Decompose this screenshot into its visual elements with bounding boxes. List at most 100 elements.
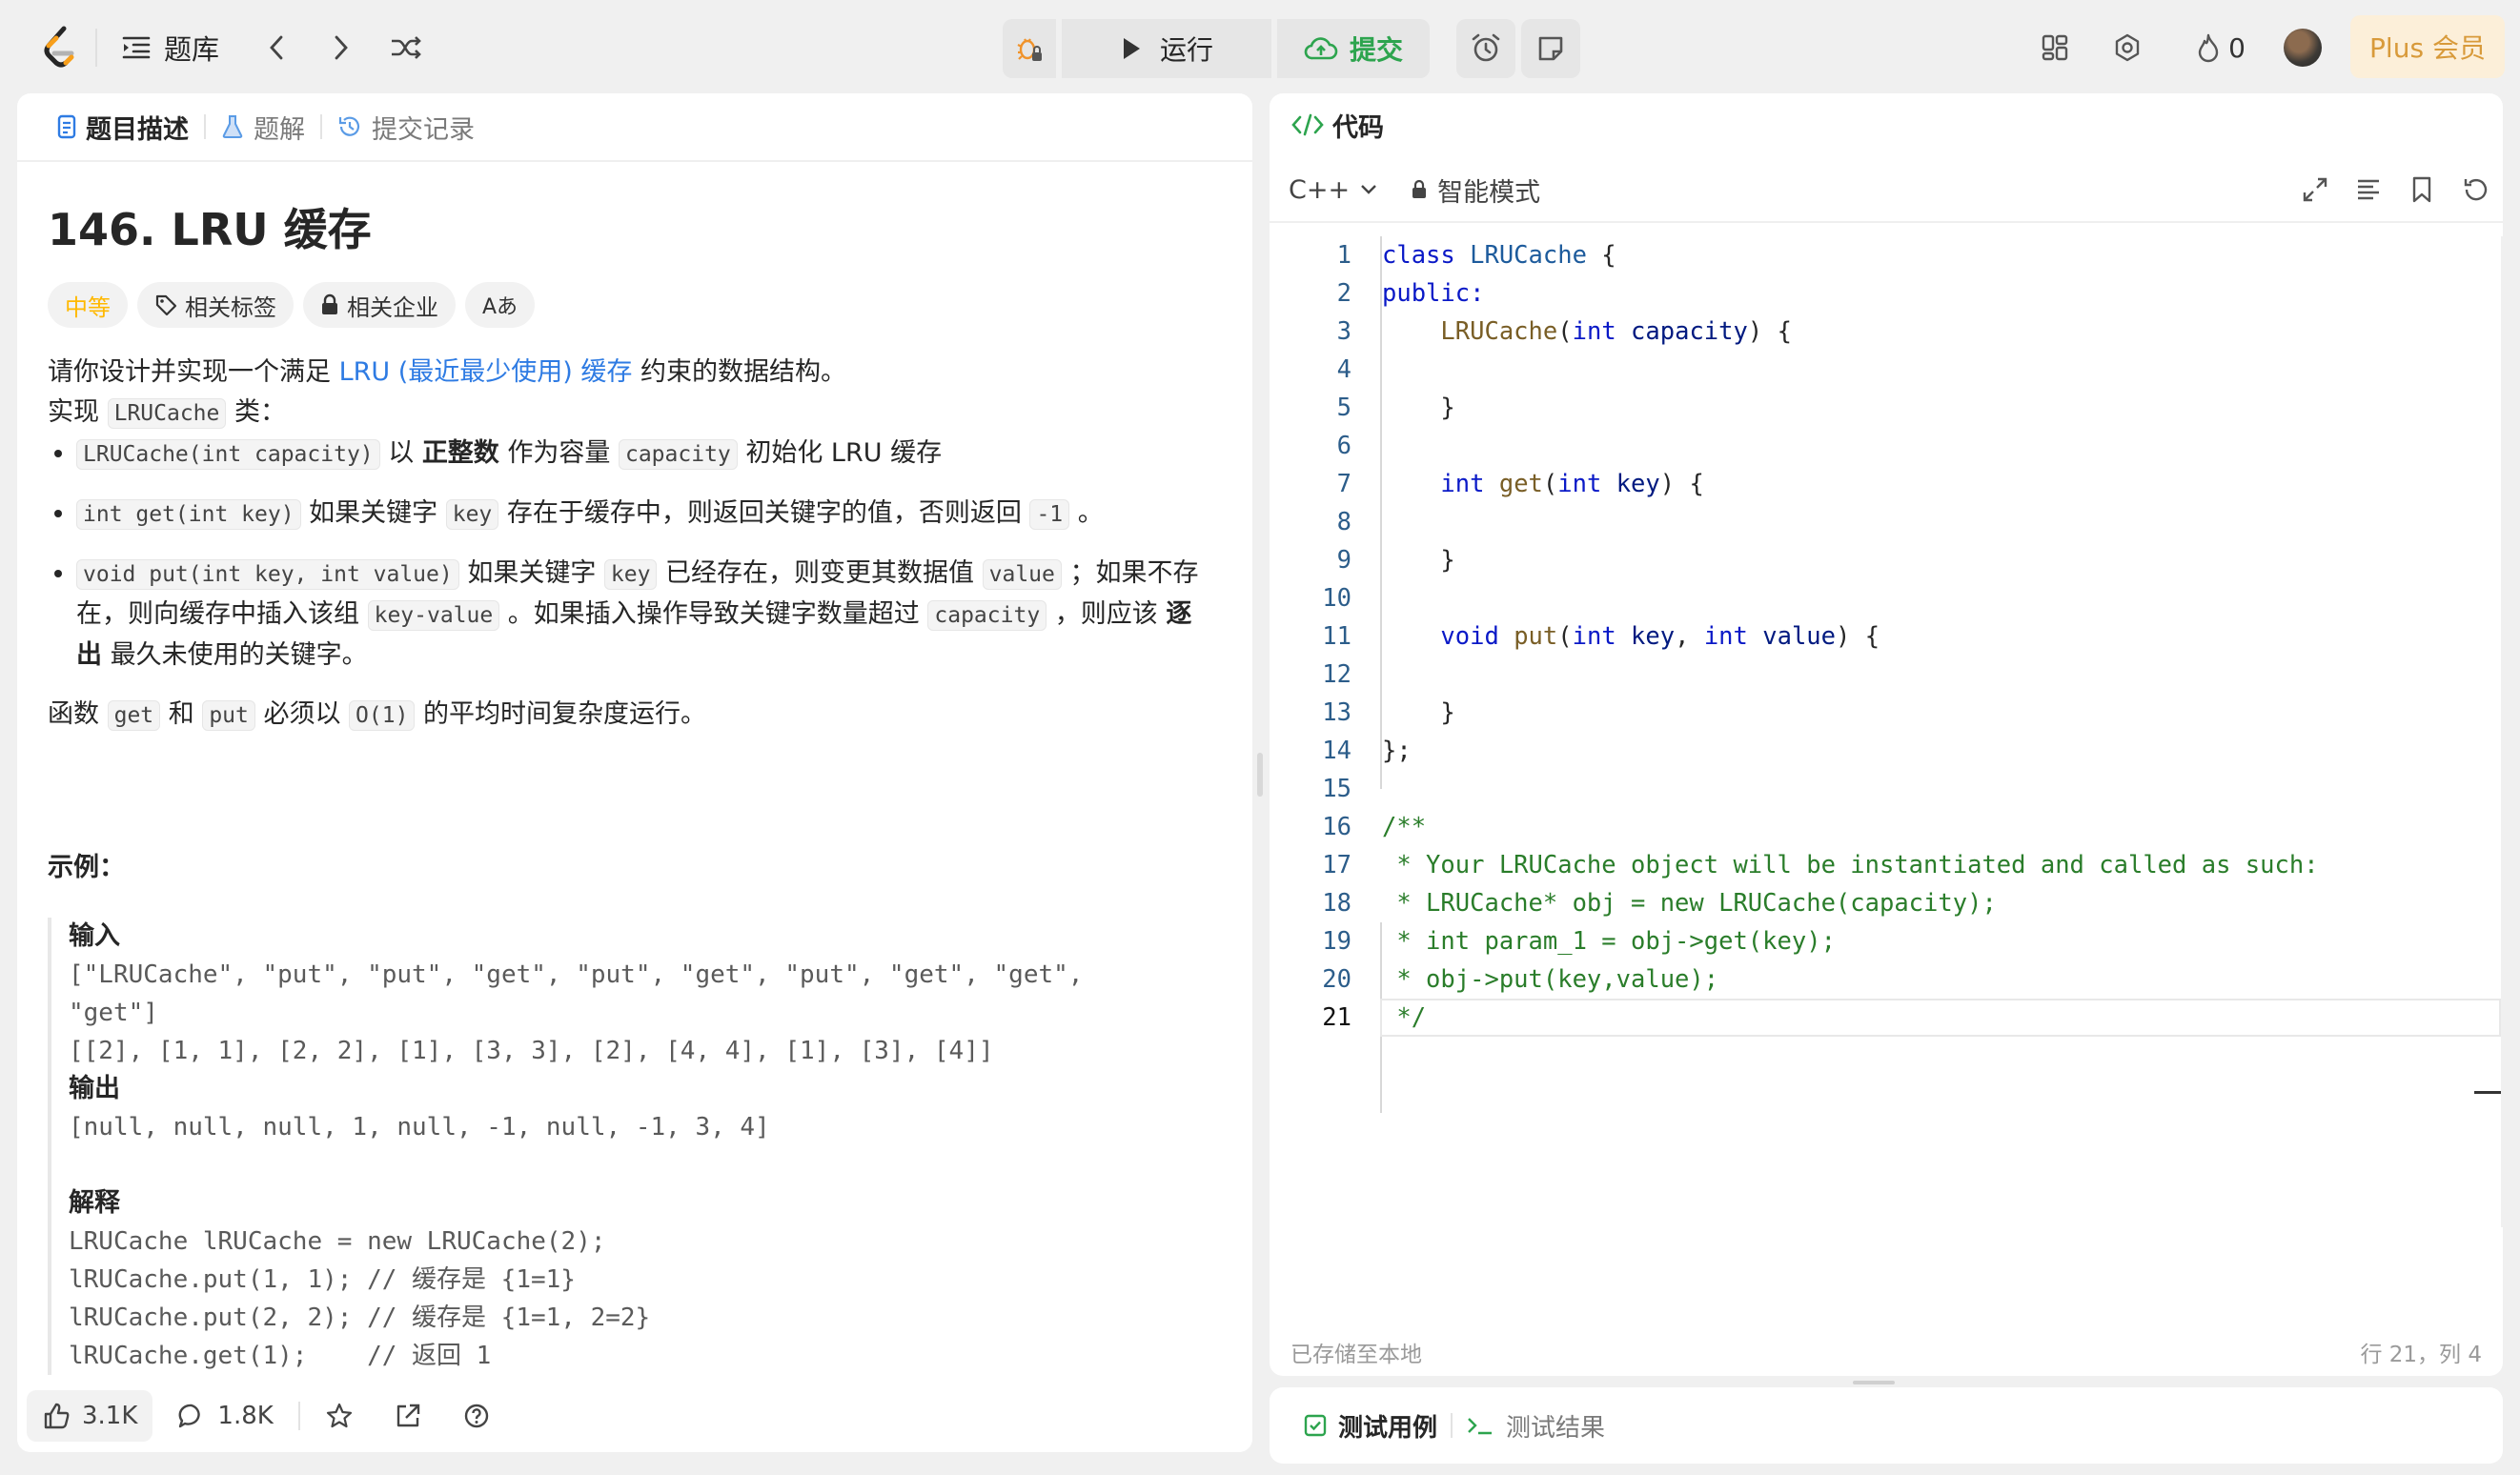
code-line: 9 }: [1270, 541, 2503, 579]
shuffle-icon: [392, 36, 421, 59]
streak-counter[interactable]: 0: [2183, 21, 2259, 74]
next-problem-button[interactable]: [315, 21, 368, 74]
text: 如果关键字: [458, 558, 604, 588]
comments-button[interactable]: 1.8K: [162, 1390, 288, 1442]
external-link-icon: [396, 1404, 420, 1427]
keyword: int: [1572, 317, 1616, 346]
timer-button[interactable]: [1456, 19, 1515, 78]
description-paragraph: 请你设计并实现一个满足 LRU (最近最少使用) 缓存 约束的数据结构。: [48, 353, 1210, 393]
submit-label: 提交: [1349, 34, 1403, 66]
editor-scrollbar[interactable]: [2501, 236, 2503, 1227]
comment: * Your LRUCache object will be instantia…: [1382, 851, 2319, 879]
document-icon: [57, 114, 76, 139]
example-explain-line: lRUCache.get(1); // 返回 1: [69, 1342, 492, 1370]
tab-submissions[interactable]: 提交记录: [322, 93, 490, 160]
debug-button[interactable]: [1003, 19, 1056, 78]
share-button[interactable]: [378, 1390, 437, 1442]
code-line: 3 LRUCache(int capacity) {: [1270, 313, 2503, 351]
expand-icon[interactable]: [2301, 175, 2329, 204]
punct: {: [1586, 241, 1616, 270]
language-select[interactable]: C++: [1289, 175, 1378, 205]
line-number: 19: [1322, 927, 1351, 956]
difficulty-label: 中等: [65, 293, 111, 321]
related-companies-button[interactable]: 相关企业: [303, 282, 456, 328]
run-button[interactable]: 运行: [1062, 19, 1271, 78]
problem-title[interactable]: 146. LRU 缓存: [48, 198, 1210, 261]
panel-resize-handle[interactable]: [1257, 753, 1263, 797]
example-explain-line: lRUCache.put(2, 2); // 缓存是 {1=1, 2=2}: [69, 1303, 651, 1332]
text: 必须以: [254, 699, 350, 729]
plus-membership-button[interactable]: Plus 会员: [2350, 15, 2505, 78]
user-avatar[interactable]: [2284, 29, 2322, 67]
inline-code: O(1): [349, 700, 416, 731]
reset-icon[interactable]: [2461, 175, 2490, 204]
description-tabs: 题目描述 题解 提交记录: [17, 93, 490, 160]
line-number: 14: [1322, 737, 1351, 765]
inline-code: key: [603, 559, 658, 590]
tab-testcases-label: 测试用例: [1338, 1413, 1438, 1443]
editor-tools: [2301, 164, 2490, 215]
leetcode-logo[interactable]: [36, 21, 84, 74]
feedback-button[interactable]: [447, 1390, 506, 1442]
editor-status-bar: 已存储至本地 行 21，列 4: [1290, 1328, 2482, 1376]
translate-toggle-button[interactable]: Aあ: [465, 282, 536, 328]
bookmark-icon[interactable]: [2408, 175, 2436, 204]
chevron-left-icon: [270, 35, 283, 60]
inline-code: int get(int key): [76, 499, 301, 530]
related-companies-label: 相关企业: [347, 293, 438, 321]
test-tabs: 测试用例 测试结果: [1270, 1387, 2503, 1464]
problem-list-button[interactable]: 题库: [122, 25, 219, 71]
comment: * LRUCache* obj = new LRUCache(capacity)…: [1382, 889, 1997, 918]
keyword: public:: [1382, 279, 1485, 308]
inline-code: put: [202, 700, 255, 731]
code-line: 20 * obj->put(key,value);: [1270, 960, 2503, 999]
random-problem-button[interactable]: [379, 21, 433, 74]
text: 初始化 LRU 缓存: [737, 438, 943, 468]
keyword: void: [1440, 622, 1499, 651]
layout-button[interactable]: [2028, 21, 2082, 74]
line-number: 11: [1322, 622, 1351, 651]
tab-solutions[interactable]: 题解: [206, 93, 320, 160]
problem-content: 146. LRU 缓存 中等 相关标签 相关企业 Aあ 请你设计并实现一个满足 …: [48, 198, 1210, 1375]
terminal-icon: [1468, 1418, 1493, 1435]
code-text: }: [1382, 541, 1455, 579]
example-explain-label: 解释: [69, 1188, 120, 1218]
line-number: 16: [1322, 813, 1351, 841]
punct: }: [1440, 546, 1455, 575]
text: 实现: [48, 397, 108, 427]
param: key: [1631, 622, 1676, 651]
code-text: }: [1382, 389, 1454, 427]
smart-mode-toggle[interactable]: 智能模式: [1411, 172, 1540, 209]
code-text: LRUCache(int capacity) {: [1382, 313, 1792, 351]
submit-button[interactable]: 提交: [1277, 19, 1430, 78]
notes-button[interactable]: [1521, 19, 1580, 78]
run-submit-group: 运行 提交: [1003, 19, 1580, 78]
favorite-button[interactable]: [310, 1390, 369, 1442]
editor-resize-handle[interactable]: [1853, 1381, 1895, 1384]
lru-wiki-link[interactable]: LRU (最近最少使用) 缓存: [339, 357, 633, 387]
inline-code: void put(int key, int value): [76, 559, 459, 590]
tab-test-results[interactable]: 测试结果: [1453, 1408, 1618, 1444]
tab-description[interactable]: 题目描述: [42, 93, 204, 160]
code-line: 13 }: [1270, 694, 2503, 732]
description-panel: 题目描述 题解 提交记录 146. LRU 缓存 中等 相关标签 相关企业 Aあ…: [17, 93, 1252, 1452]
code-text: }: [1382, 694, 1454, 732]
settings-button[interactable]: [2101, 21, 2154, 74]
prev-problem-button[interactable]: [250, 21, 303, 74]
related-tags-button[interactable]: 相关标签: [137, 282, 294, 328]
inline-code: capacity: [618, 439, 738, 470]
tab-testcases[interactable]: 测试用例: [1290, 1408, 1451, 1444]
comment: */: [1382, 1003, 1427, 1032]
line-number: 8: [1336, 508, 1351, 536]
keyword: int: [1572, 622, 1616, 651]
lock-icon: [322, 293, 337, 314]
line-number: 2: [1336, 279, 1351, 308]
inline-code: get: [107, 700, 161, 731]
like-button[interactable]: 3.1K: [27, 1390, 153, 1442]
format-code-icon[interactable]: [2354, 175, 2383, 204]
code-editor[interactable]: 1 class LRUCache { 2 public: 3 LRUCache(in…: [1270, 236, 2503, 1227]
alarm-clock-icon: [1472, 33, 1500, 62]
inline-code: LRUCache(int capacity): [76, 439, 380, 470]
cursor-position-marker: [2474, 1091, 2501, 1094]
